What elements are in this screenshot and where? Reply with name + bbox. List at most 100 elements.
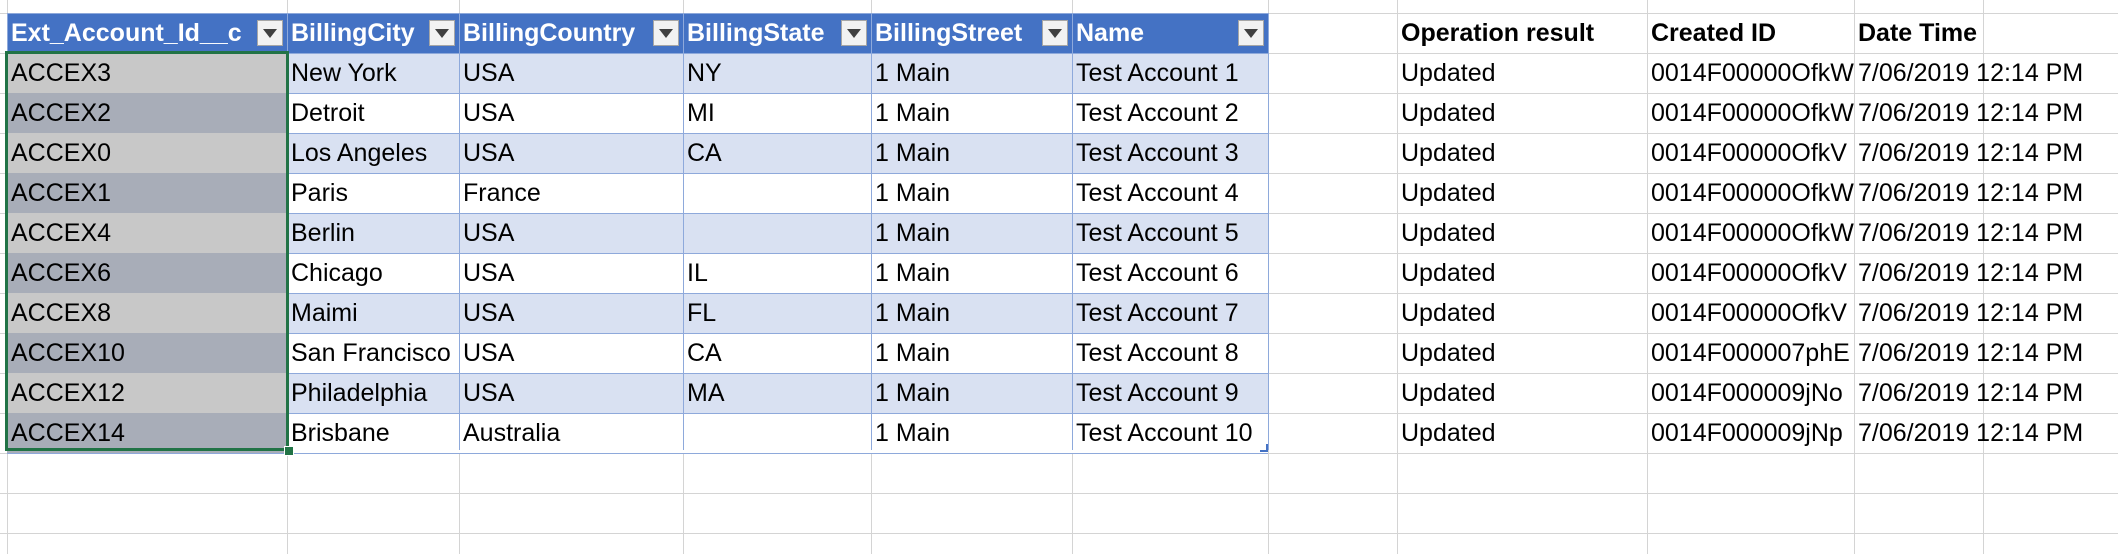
table-cell[interactable]: Test Account 2	[1072, 93, 1268, 133]
account-id-cell[interactable]: ACCEX2	[7, 93, 287, 133]
table-cell[interactable]: Test Account 1	[1072, 53, 1268, 93]
table-cell[interactable]: Test Account 9	[1072, 373, 1268, 413]
table-cell[interactable]: 1 Main	[871, 333, 1072, 373]
table-cell[interactable]: MA	[683, 373, 871, 413]
result-cell[interactable]: 0014F00000OfkW	[1647, 173, 1854, 213]
result-cell[interactable]: Updated	[1397, 213, 1647, 253]
result-cell[interactable]: 0014F000009jNo	[1647, 373, 1854, 413]
spreadsheet-grid[interactable]: Ext_Account_Id__c BillingCity BillingCount…	[0, 0, 2118, 554]
table-cell[interactable]: USA	[459, 333, 683, 373]
table-cell[interactable]: Australia	[459, 413, 683, 453]
table-cell[interactable]: Test Account 5	[1072, 213, 1268, 253]
account-id-cell[interactable]: ACCEX1	[7, 173, 287, 213]
table-cell[interactable]: Test Account 6	[1072, 253, 1268, 293]
result-cell[interactable]: Updated	[1397, 133, 1647, 173]
table-cell[interactable]: Test Account 4	[1072, 173, 1268, 213]
table-cell[interactable]: Detroit	[287, 93, 459, 133]
table-cell[interactable]: USA	[459, 373, 683, 413]
table-cell[interactable]: France	[459, 173, 683, 213]
account-id-cell[interactable]: ACCEX10	[7, 333, 287, 373]
result-cell[interactable]: 0014F00000OfkW	[1647, 213, 1854, 253]
table-cell[interactable]: 1 Main	[871, 213, 1072, 253]
table-cell[interactable]: San Francisco	[287, 333, 459, 373]
result-cell[interactable]: 7/06/2019 12:14 PM	[1854, 253, 2083, 293]
filter-dropdown-icon[interactable]	[257, 20, 283, 46]
table-header-5[interactable]: Name	[1072, 13, 1238, 53]
result-cell[interactable]: Updated	[1397, 413, 1647, 453]
table-cell[interactable]: CA	[683, 133, 871, 173]
account-id-cell[interactable]: ACCEX8	[7, 293, 287, 333]
table-cell[interactable]: Berlin	[287, 213, 459, 253]
result-header-0[interactable]: Operation result	[1397, 13, 1647, 53]
table-cell[interactable]	[683, 413, 871, 453]
filter-dropdown-icon[interactable]	[653, 20, 679, 46]
table-cell[interactable]: USA	[459, 213, 683, 253]
table-cell[interactable]: CA	[683, 333, 871, 373]
table-cell[interactable]: FL	[683, 293, 871, 333]
table-cell[interactable]: 1 Main	[871, 413, 1072, 453]
account-id-cell[interactable]: ACCEX0	[7, 133, 287, 173]
table-header-3[interactable]: BillingState	[683, 13, 841, 53]
table-resize-handle[interactable]	[1260, 444, 1268, 452]
result-cell[interactable]: 7/06/2019 12:14 PM	[1854, 293, 2083, 333]
table-cell[interactable]	[683, 213, 871, 253]
result-cell[interactable]: Updated	[1397, 53, 1647, 93]
table-cell[interactable]: 1 Main	[871, 173, 1072, 213]
result-cell[interactable]: 0014F00000OfkV	[1647, 253, 1854, 293]
table-cell[interactable]: 1 Main	[871, 53, 1072, 93]
table-cell[interactable]: Test Account 10	[1072, 413, 1268, 453]
result-header-1[interactable]: Created ID	[1647, 13, 1854, 53]
table-cell[interactable]: Los Angeles	[287, 133, 459, 173]
fill-handle[interactable]	[284, 446, 294, 456]
result-cell[interactable]: 0014F00000OfkV	[1647, 293, 1854, 333]
result-cell[interactable]: Updated	[1397, 93, 1647, 133]
table-cell[interactable]: Maimi	[287, 293, 459, 333]
result-cell[interactable]: 7/06/2019 12:14 PM	[1854, 333, 2083, 373]
result-cell[interactable]: Updated	[1397, 333, 1647, 373]
table-header-2[interactable]: BillingCountry	[459, 13, 653, 53]
result-cell[interactable]: 7/06/2019 12:14 PM	[1854, 213, 2083, 253]
result-cell[interactable]: 0014F00000OfkV	[1647, 133, 1854, 173]
result-cell[interactable]: Updated	[1397, 253, 1647, 293]
table-cell[interactable]	[683, 173, 871, 213]
table-cell[interactable]: USA	[459, 293, 683, 333]
table-cell[interactable]: USA	[459, 53, 683, 93]
table-cell[interactable]: 1 Main	[871, 373, 1072, 413]
table-cell[interactable]: 1 Main	[871, 133, 1072, 173]
result-cell[interactable]: 0014F00000OfkW	[1647, 93, 1854, 133]
filter-dropdown-icon[interactable]	[1042, 20, 1068, 46]
table-cell[interactable]: Test Account 7	[1072, 293, 1268, 333]
table-cell[interactable]: Brisbane	[287, 413, 459, 453]
table-header-4[interactable]: BillingStreet	[871, 13, 1042, 53]
table-cell[interactable]: MI	[683, 93, 871, 133]
result-cell[interactable]: 0014F000007phE	[1647, 333, 1854, 373]
account-id-cell[interactable]: ACCEX14	[7, 413, 287, 453]
table-cell[interactable]: IL	[683, 253, 871, 293]
result-cell[interactable]: 7/06/2019 12:14 PM	[1854, 133, 2083, 173]
result-cell[interactable]: Updated	[1397, 293, 1647, 333]
account-id-cell[interactable]: ACCEX12	[7, 373, 287, 413]
account-id-cell[interactable]: ACCEX6	[7, 253, 287, 293]
table-header-0[interactable]: Ext_Account_Id__c	[7, 13, 257, 53]
result-cell[interactable]: 0014F000009jNp	[1647, 413, 1854, 453]
result-cell[interactable]: 7/06/2019 12:14 PM	[1854, 93, 2083, 133]
table-cell[interactable]: NY	[683, 53, 871, 93]
result-cell[interactable]: Updated	[1397, 173, 1647, 213]
account-id-cell[interactable]: ACCEX3	[7, 53, 287, 93]
table-cell[interactable]: USA	[459, 93, 683, 133]
table-cell[interactable]: Test Account 8	[1072, 333, 1268, 373]
result-cell[interactable]: 7/06/2019 12:14 PM	[1854, 413, 2083, 453]
table-cell[interactable]: Philadelphia	[287, 373, 459, 413]
result-cell[interactable]: 7/06/2019 12:14 PM	[1854, 53, 2083, 93]
table-cell[interactable]: 1 Main	[871, 293, 1072, 333]
table-cell[interactable]: Paris	[287, 173, 459, 213]
table-cell[interactable]: Chicago	[287, 253, 459, 293]
result-cell[interactable]: 7/06/2019 12:14 PM	[1854, 173, 2083, 213]
table-header-1[interactable]: BillingCity	[287, 13, 429, 53]
table-cell[interactable]: Test Account 3	[1072, 133, 1268, 173]
table-cell[interactable]: 1 Main	[871, 93, 1072, 133]
table-cell[interactable]: USA	[459, 253, 683, 293]
table-cell[interactable]: USA	[459, 133, 683, 173]
account-id-cell[interactable]: ACCEX4	[7, 213, 287, 253]
result-cell[interactable]: Updated	[1397, 373, 1647, 413]
